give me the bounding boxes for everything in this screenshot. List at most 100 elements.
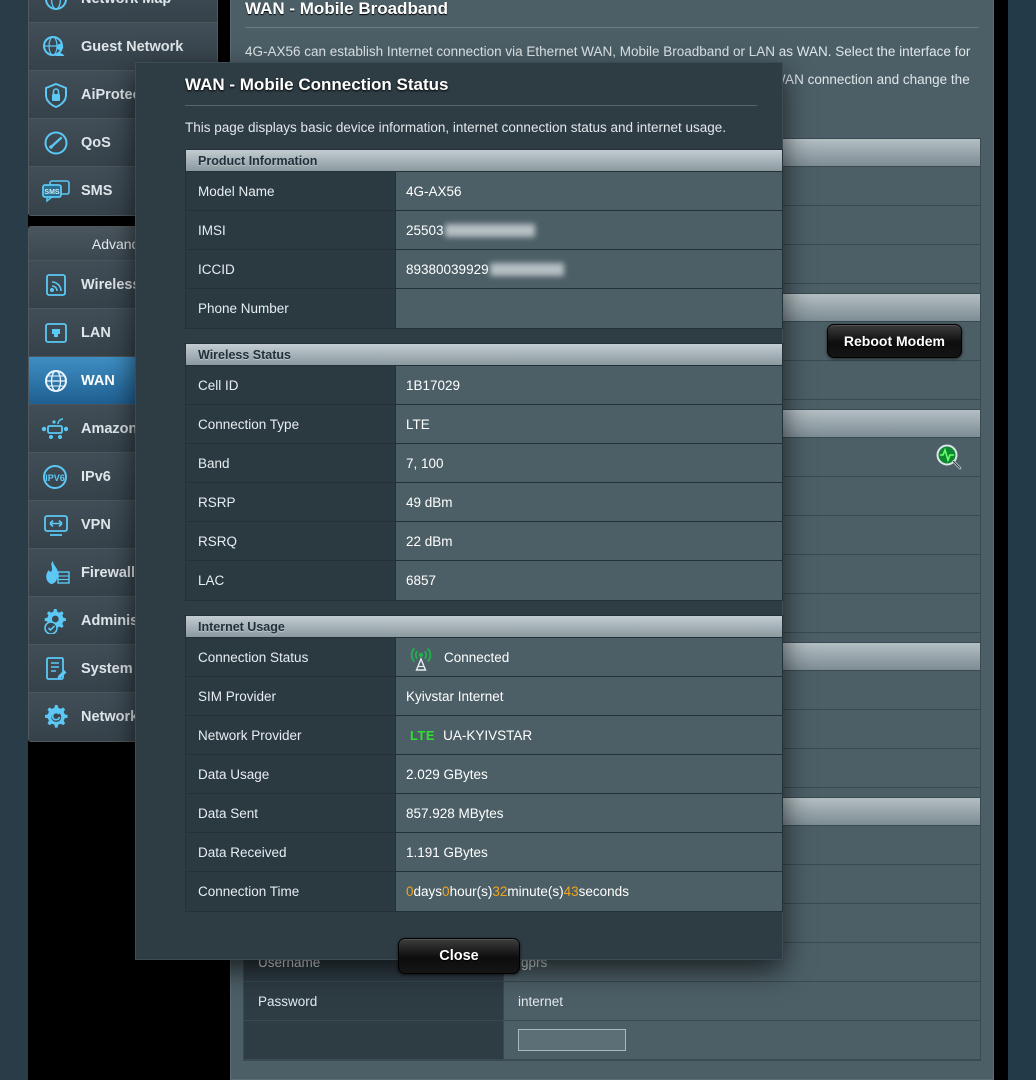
row-value: 857.928 MBytes	[396, 794, 782, 832]
wan-globe-icon	[39, 365, 73, 397]
sidebar-item-label: Network Map	[81, 0, 171, 7]
row-label: RSRP	[186, 483, 396, 521]
row-connection-type: Connection Type LTE	[186, 405, 782, 444]
row-value: 49 dBm	[396, 483, 782, 521]
lte-badge: LTE	[410, 727, 436, 743]
signal-tower-connected-icon	[406, 642, 436, 672]
row-iccid: ICCID 89380039929	[186, 250, 782, 289]
row-value	[396, 289, 782, 328]
wireless-status-table: Wireless Status Cell ID 1B17029 Connecti…	[185, 343, 783, 601]
speedometer-icon	[39, 127, 73, 159]
row-cell-id: Cell ID 1B17029	[186, 366, 782, 405]
row-value: 7, 100	[396, 444, 782, 482]
row-value-group: 89380039929	[396, 250, 782, 288]
row-value-group: 25503	[396, 211, 782, 249]
sms-icon: SMS	[39, 175, 73, 207]
row-label: Cell ID	[186, 366, 396, 404]
system-log-icon	[39, 653, 73, 685]
row-network-provider: Network Provider LTE UA-KYIVSTAR	[186, 716, 782, 755]
row-value: Kyivstar Internet	[396, 677, 782, 715]
dialog-title: WAN - Mobile Connection Status	[185, 75, 449, 94]
row-label: RSRQ	[186, 522, 396, 560]
mobile-connection-status-dialog: WAN - Mobile Connection Status This page…	[135, 62, 783, 974]
row-label: Data Usage	[186, 755, 396, 793]
section-heading: Wireless Status	[186, 344, 782, 366]
row-value: 22 dBm	[396, 522, 782, 560]
row-lac: LAC 6857	[186, 561, 782, 600]
row-label: Connection Time	[186, 872, 396, 911]
text-input[interactable]	[518, 1029, 626, 1051]
row-rsrp: RSRP 49 dBm	[186, 483, 782, 522]
signal-diagnostic-magnifier-icon[interactable]	[936, 444, 962, 473]
redacted-imsi-digits	[444, 223, 535, 237]
dialog-description: This page displays basic device informat…	[185, 120, 727, 135]
row-label: Band	[186, 444, 396, 482]
sidebar-item-label: WAN	[81, 372, 115, 389]
dialog-footer: Close	[160, 926, 758, 974]
sidebar-item-label: Firewall	[81, 564, 135, 581]
wireless-icon	[39, 269, 73, 301]
row-value: 4G-AX56	[396, 172, 782, 210]
row-label: Connection Status	[186, 638, 396, 676]
dialog-title-divider	[185, 105, 757, 106]
row-label: Model Name	[186, 172, 396, 210]
section-heading: Internet Usage	[186, 616, 782, 638]
row-label: LAC	[186, 561, 396, 600]
row-value: LTE	[396, 405, 782, 443]
amazon-device-icon	[39, 413, 73, 445]
row-value: UA-KYIVSTAR	[443, 727, 533, 743]
redacted-iccid-digits	[489, 262, 564, 276]
time-number: 43	[563, 884, 579, 899]
network-tools-icon	[39, 701, 73, 733]
row-value: Connected	[444, 649, 510, 665]
row-band: Band 7, 100	[186, 444, 782, 483]
right-edge-strip	[994, 0, 1008, 1080]
row-connection-status: Connection Status Connected	[186, 638, 782, 677]
row-data-usage: Data Usage 2.029 GBytes	[186, 755, 782, 794]
sidebar-item-label: Amazon	[81, 420, 138, 437]
lan-port-icon	[39, 317, 73, 349]
sidebar-item-label: SMS	[81, 183, 113, 199]
row-connection-time: Connection Time 0 days 0 hour(s) 32 minu…	[186, 872, 782, 911]
table-row-partial	[244, 1021, 980, 1060]
row-label: ICCID	[186, 250, 396, 288]
svg-text:IPV6: IPV6	[45, 473, 65, 483]
row-sim-provider: SIM Provider Kyivstar Internet	[186, 677, 782, 716]
shield-lock-icon	[39, 79, 73, 111]
product-information-table: Product Information Model Name 4G-AX56 I…	[185, 149, 783, 329]
sidebar-item-network-map[interactable]: Network Map	[29, 0, 217, 23]
title-divider	[245, 27, 979, 28]
screen: WAN - Mobile Broadband 4G-AX56 can estab…	[0, 0, 1036, 1080]
left-rail	[0, 0, 28, 1080]
row-data-sent: Data Sent 857.928 MBytes	[186, 794, 782, 833]
row-label: Network Provider	[186, 716, 396, 754]
row-model-name: Model Name 4G-AX56	[186, 172, 782, 211]
sidebar-item-label: QoS	[81, 134, 111, 151]
sidebar-item-label: IPv6	[81, 468, 111, 485]
row-label: Phone Number	[186, 289, 396, 328]
reboot-modem-button[interactable]: Reboot Modem	[826, 324, 962, 358]
page-title: WAN - Mobile Broadband	[245, 0, 449, 18]
row-rsrq: RSRQ 22 dBm	[186, 522, 782, 561]
time-number: 0	[406, 884, 414, 899]
firewall-flame-icon	[39, 557, 73, 589]
row-value: 0 days 0 hour(s) 32 minute(s) 43 seconds	[396, 872, 782, 911]
sidebar-item-label: Guest Network	[81, 38, 184, 55]
vpn-icon	[39, 509, 73, 541]
row-label: IMSI	[186, 211, 396, 249]
row-label: Connection Type	[186, 405, 396, 443]
sidebar-item-label: VPN	[81, 516, 111, 533]
row-value: 6857	[396, 561, 782, 600]
row-value: 2.029 GBytes	[396, 755, 782, 793]
row-value: internet	[518, 993, 564, 1009]
close-button[interactable]: Close	[398, 938, 520, 974]
row-value: 1.191 GBytes	[396, 833, 782, 871]
row-phone-number: Phone Number	[186, 289, 782, 328]
row-imsi: IMSI 25503	[186, 211, 782, 250]
sidebar-item-label: Wireless	[81, 276, 141, 293]
guest-network-icon	[39, 31, 73, 63]
internet-usage-table: Internet Usage Connection Status Connect…	[185, 615, 783, 912]
row-data-received: Data Received 1.191 GBytes	[186, 833, 782, 872]
row-label: SIM Provider	[186, 677, 396, 715]
row-label: Password	[244, 982, 504, 1020]
